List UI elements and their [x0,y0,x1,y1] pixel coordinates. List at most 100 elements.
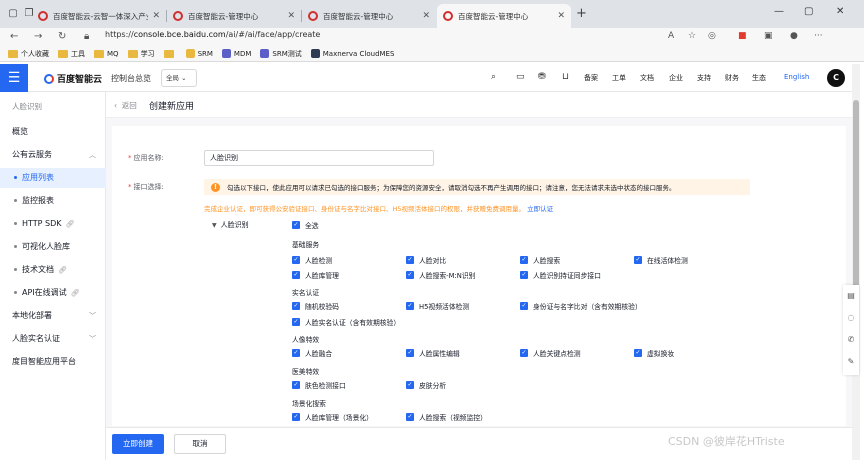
refresh-icon[interactable]: ↻ [58,31,66,42]
api-checkbox[interactable]: ✓ 肤色检测接口 [292,380,346,390]
api-checkbox[interactable]: ✓ 人脸搜索-M:N识别 [406,270,475,280]
cart-icon[interactable]: ⊔ [562,72,569,82]
check-icon: ✓ [292,349,300,357]
bookmark-folder[interactable]: MQ [94,49,119,58]
api-checkbox[interactable]: ✓ 在线活体检测 [634,255,688,265]
more-menu-icon[interactable]: ··· [814,31,823,41]
logo-mark-icon [44,73,54,84]
favorite-star-icon[interactable]: ☆ [688,31,696,41]
sidebar-item-app-list[interactable]: 应用列表 [0,168,106,188]
bookmark-folder[interactable] [163,49,177,58]
create-now-button[interactable]: 立即创建 [112,434,164,454]
check-icon: ✓ [520,256,528,264]
cancel-button[interactable]: 取消 [174,434,226,454]
collapse-triangle-icon[interactable]: ▼ [212,222,217,229]
region-select[interactable]: 全局 ⌄ [161,69,197,87]
document-icon[interactable]: ▤ [843,285,859,307]
header-link-ecosystem[interactable]: 生态 [752,73,766,83]
api-checkbox[interactable]: ✓ 人脸搜索（视频监控） [406,412,487,422]
maximize-icon[interactable]: ▢ [804,6,813,17]
profile-icon[interactable]: ● [790,31,798,41]
baidu-cloud-logo[interactable]: 百度智能云 [44,72,102,85]
api-checkbox[interactable]: ✓ H5视频活体检测 [406,301,469,311]
bookmark-folder[interactable]: 学习 [127,49,155,59]
hamburger-menu-icon[interactable]: ☰ [0,64,28,92]
header-link-support[interactable]: 支持 [697,73,711,83]
window-menu-icon[interactable]: ▢ [6,7,20,21]
api-checkbox[interactable]: ✓ 人脸库管理（场景化） [292,412,373,422]
forward-arrow-icon[interactable]: → [34,31,42,42]
header-link-enterprise[interactable]: 企业 [669,73,683,83]
bookmark-mes[interactable]: Maxnerva CloudMES [310,49,394,58]
sidebar-item-http-sdk[interactable]: HTTP SDK 🔗︎ [0,214,106,234]
header-link-finance[interactable]: 财务 [725,73,739,83]
close-icon[interactable]: ✕ [287,11,295,21]
search-icon[interactable]: ⌕ [491,72,496,82]
check-icon: ✓ [634,349,642,357]
bookmark-srm[interactable]: SRM [185,49,213,58]
api-checkbox[interactable]: ✓ 人脸属性编辑 [406,348,460,358]
shop-icon[interactable]: ⛃ [538,72,546,82]
back-link[interactable]: ‹ 返回 [114,100,137,111]
api-checkbox[interactable]: ✓ 人脸识别持证同步接口 [520,270,601,280]
create-app-form: * 应用名称: 人脸识别 * 接口选择: ! 勾选以下接口，使此应用可以请求已勾选的接… [112,126,846,426]
sidebar-item-overview[interactable]: 概览 [0,122,106,142]
new-tab-button[interactable]: + [576,6,587,21]
bookmark-srm-test[interactable]: SRM测试 [260,49,302,59]
api-checkbox[interactable]: ✓ 随机校验码 [292,301,339,311]
page-scrollbar[interactable] [852,64,860,460]
select-all-checkbox[interactable]: ✓ 全选 [292,220,319,230]
avatar[interactable]: C [827,69,845,87]
tab-1[interactable]: 百度智能云-云智一体深入产业 ✕ [32,4,166,28]
sidebar-item-dumu-platform[interactable]: 度目智能应用平台 [0,352,106,372]
api-checkbox[interactable]: ✓ 人脸对比 [406,255,446,265]
language-toggle[interactable]: English [784,73,809,81]
bookmark-folder[interactable]: 工具 [58,49,85,59]
pdf-extension-icon[interactable]: ■ [738,31,747,41]
api-checkbox[interactable]: ✓ 人脸检测 [292,255,332,265]
phone-icon[interactable]: ✆ [843,329,859,351]
console-overview-link[interactable]: 控制台总览 [111,73,151,84]
api-checkbox[interactable]: ✓ 人脸关键点检测 [520,348,581,358]
api-checkbox[interactable]: ✓ 人脸融合 [292,348,332,358]
close-window-icon[interactable]: ✕ [836,6,844,17]
tab-4-active[interactable]: 百度智能云-管理中心 ✕ [437,4,571,28]
feedback-icon[interactable]: ✎ [843,351,859,373]
sidebar-item-api-debug[interactable]: API在线调试 🔗︎ [0,283,106,303]
tab-3[interactable]: 百度智能云-管理中心 ✕ [302,4,436,28]
bookmark-mdm[interactable]: MDM [221,49,251,58]
sidebar-group-local-deploy[interactable]: 本地化部署 ﹀ [0,306,106,326]
read-aloud-icon[interactable]: A [668,31,674,41]
api-checkbox[interactable]: ✓ 虚拟换妆 [634,348,674,358]
chat-icon[interactable]: ◌ [843,307,859,329]
sidebar-group-realname-auth[interactable]: 人脸实名认证 ﹀ [0,329,106,349]
header-link-ticket[interactable]: 工单 [612,73,626,83]
api-checkbox[interactable]: ✓ 皮肤分析 [406,380,446,390]
minimize-icon[interactable]: — [774,6,784,17]
close-icon[interactable]: ✕ [422,11,430,21]
api-checkbox[interactable]: ✓ 人脸实名认证（含有效期核验） [292,317,400,327]
app-name-input[interactable]: 人脸识别 [204,150,434,166]
api-checkbox[interactable]: ✓ 人脸库管理 [292,270,339,280]
srm-icon [185,49,195,58]
api-checkbox[interactable]: ✓ 身份证与名字比对（含有效期核验） [520,301,642,311]
tab-2[interactable]: 百度智能云-管理中心 ✕ [167,4,301,28]
verify-now-link[interactable]: 立即认证 [527,205,553,213]
sidebar-item-tech-docs[interactable]: 技术文档 🔗︎ [0,260,106,280]
collections-icon[interactable]: ▣ [764,31,773,41]
close-icon[interactable]: ✕ [152,11,160,21]
header-link-filing[interactable]: 备案 [584,73,598,83]
code-icon[interactable]: ▭ [516,72,525,82]
header-link-docs[interactable]: 文档 [640,73,654,83]
back-arrow-icon[interactable]: ← [10,31,18,42]
sidebar-item-face-library[interactable]: 可视化人脸库 [0,237,106,257]
extension-icon[interactable]: ◎ [708,31,716,41]
api-tree-root[interactable]: ▼ 人脸识别 [212,220,249,230]
external-link-icon: 🔗︎ [65,220,75,228]
url-field[interactable]: https://console.bce.baidu.com/ai/#/ai/fa… [105,30,320,39]
sidebar-item-monitor[interactable]: 监控报表 [0,191,106,211]
bookmark-folder[interactable]: 个人收藏 [8,49,49,59]
close-icon[interactable]: ✕ [557,11,565,21]
api-checkbox[interactable]: ✓ 人脸搜索 [520,255,560,265]
sidebar-group-public-cloud[interactable]: 公有云服务 ︿ [0,145,106,165]
